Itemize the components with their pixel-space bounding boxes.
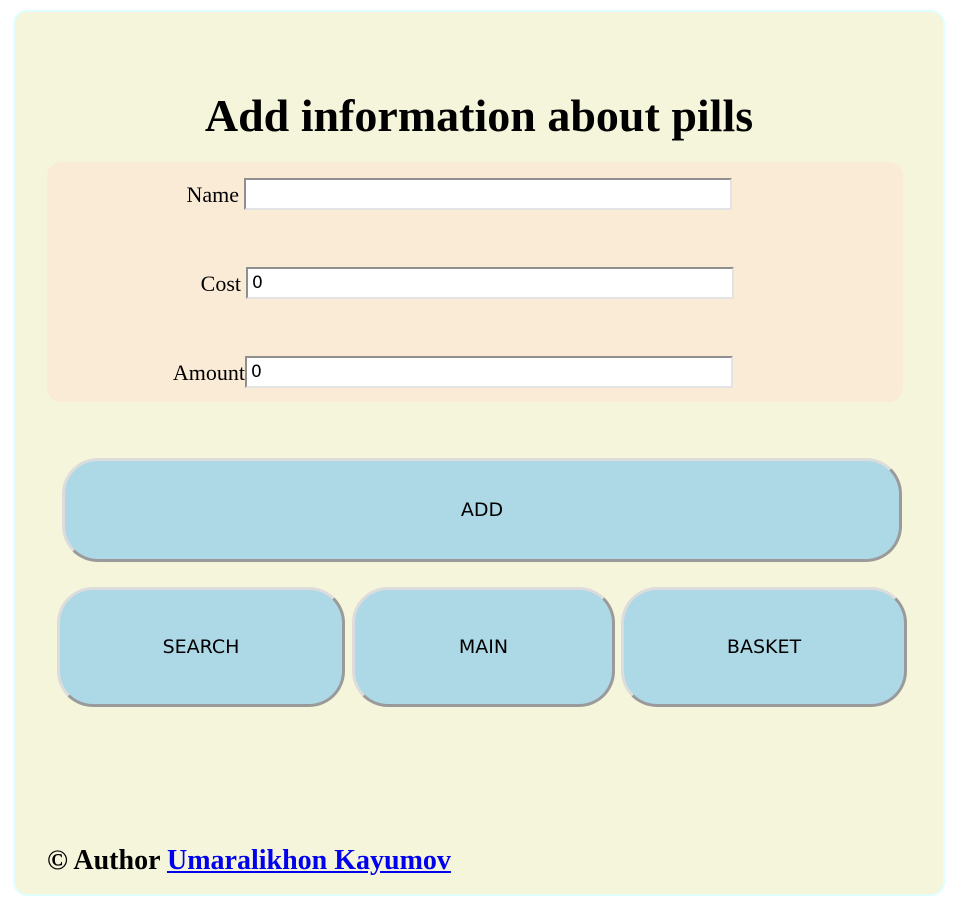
author-link[interactable]: Umaralikhon Kayumov bbox=[167, 845, 451, 876]
name-input[interactable] bbox=[244, 178, 732, 210]
search-button[interactable]: SEARCH bbox=[57, 587, 345, 707]
footer-credit: © Author Umaralikhon Kayumov bbox=[47, 844, 451, 878]
amount-label: Amount bbox=[172, 360, 245, 385]
main-card: Add information about pills Name Cost Am… bbox=[13, 10, 945, 896]
basket-button[interactable]: BASKET bbox=[621, 587, 907, 707]
pill-form: Name Cost Amount bbox=[47, 162, 903, 402]
main-button[interactable]: MAIN bbox=[352, 587, 615, 707]
page-title: Add information about pills bbox=[204, 90, 754, 141]
add-button[interactable]: ADD bbox=[62, 458, 902, 562]
cost-label: Cost bbox=[200, 271, 241, 296]
name-label: Name bbox=[186, 182, 239, 207]
cost-input[interactable] bbox=[246, 267, 734, 299]
amount-input[interactable] bbox=[245, 356, 733, 388]
footer-copyright: © Author bbox=[47, 845, 160, 876]
